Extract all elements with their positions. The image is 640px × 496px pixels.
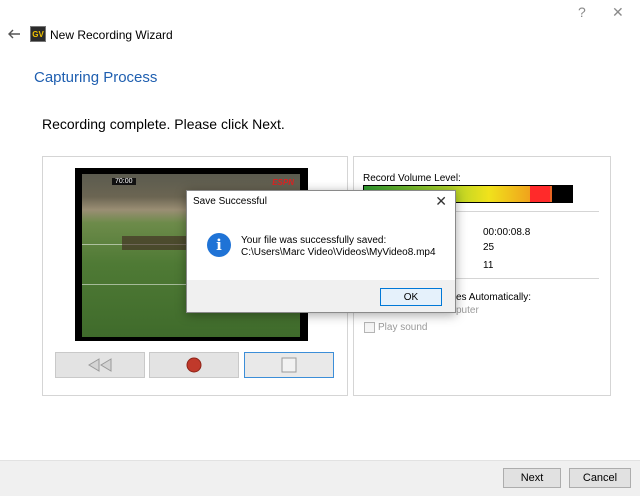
players-cluster <box>122 236 192 250</box>
saved-file-path: C:\Users\Marc Video\Videos\MyVideo8.mp4 <box>241 247 436 258</box>
close-window-button[interactable]: ✕ <box>612 4 624 21</box>
play-sound-label: Play sound <box>378 322 428 333</box>
save-successful-dialog: Save Successful ✕ i Your file was succes… <box>186 190 456 313</box>
ok-button[interactable]: OK <box>380 288 442 306</box>
channel-logo: ESPN <box>272 178 294 187</box>
scoreboard: 70:00 <box>112 178 136 185</box>
page-title: Capturing Process <box>34 69 158 86</box>
rewind-button[interactable] <box>55 352 145 378</box>
auto-section-label: es Automatically: <box>456 292 532 303</box>
dialog-message: Your file was successfully saved: <box>241 235 387 246</box>
help-button[interactable]: ? <box>578 4 586 20</box>
stop-icon <box>281 357 297 373</box>
record-icon <box>186 357 202 373</box>
duration-value: 00:00:08.8 <box>483 227 531 238</box>
instruction-text: Recording complete. Please click Next. <box>42 116 285 132</box>
volume-label: Record Volume Level: <box>363 173 461 184</box>
stat-value-2: 25 <box>483 242 495 253</box>
record-button[interactable] <box>149 352 239 378</box>
app-logo: GV <box>30 26 46 42</box>
stat-value-3: 11 <box>483 260 494 271</box>
dialog-title: Save Successful <box>193 196 267 207</box>
stop-button[interactable] <box>244 352 334 378</box>
back-arrow-icon <box>8 29 20 39</box>
auto-option-label: puter <box>456 305 479 316</box>
info-icon: i <box>207 233 231 257</box>
rewind-icon <box>88 358 112 372</box>
next-button[interactable]: Next <box>503 468 561 488</box>
dialog-close-button[interactable]: ✕ <box>435 193 447 210</box>
wizard-title: New Recording Wizard <box>50 28 173 42</box>
play-sound-checkbox[interactable] <box>364 322 375 333</box>
cancel-button[interactable]: Cancel <box>569 468 631 488</box>
back-button[interactable] <box>6 26 22 42</box>
